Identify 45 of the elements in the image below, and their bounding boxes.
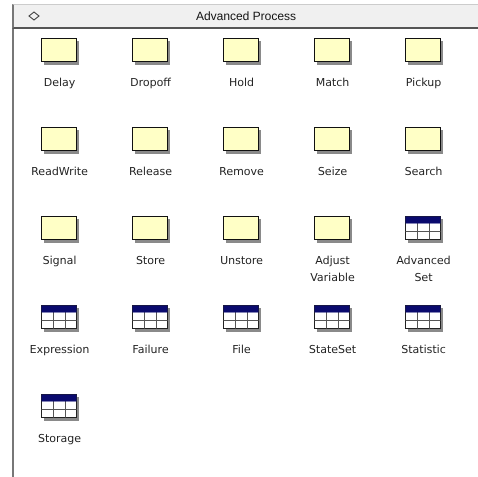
- module-label: Match: [316, 75, 350, 91]
- module-icon[interactable]: [132, 127, 170, 154]
- panel-title: Advanced Process: [194, 9, 298, 23]
- table-icon[interactable]: [314, 305, 352, 332]
- module-icon[interactable]: [132, 38, 170, 65]
- module-icon[interactable]: [40, 127, 78, 154]
- module-icon[interactable]: [222, 38, 260, 65]
- module-label: Hold: [228, 75, 254, 91]
- module-label: Failure: [132, 342, 169, 358]
- module-icon[interactable]: [132, 216, 170, 243]
- module-icon[interactable]: [314, 38, 352, 65]
- module-label: Expression: [30, 342, 90, 358]
- module-icon[interactable]: [314, 127, 352, 154]
- module-icon[interactable]: [40, 38, 78, 65]
- module-label: Delay: [44, 75, 76, 91]
- module-icon[interactable]: [404, 38, 442, 65]
- module-label: Adjust Variable: [310, 253, 355, 286]
- module-label: Signal: [42, 253, 76, 269]
- table-icon[interactable]: [404, 305, 442, 332]
- module-label: Store: [136, 253, 166, 269]
- table-icon[interactable]: [222, 305, 260, 332]
- module-label: Advanced Set: [396, 253, 451, 286]
- table-icon[interactable]: [404, 216, 442, 243]
- diamond-icon: [28, 11, 40, 21]
- module-label: Unstore: [220, 253, 263, 269]
- module-label: Search: [404, 164, 442, 180]
- panel-header[interactable]: Advanced Process: [12, 4, 478, 29]
- table-icon[interactable]: [40, 305, 78, 332]
- module-label: File: [232, 342, 251, 358]
- module-label: Storage: [38, 431, 82, 447]
- module-icon[interactable]: [40, 216, 78, 243]
- table-icon[interactable]: [40, 394, 78, 421]
- module-label: Statistic: [401, 342, 446, 358]
- table-icon[interactable]: [132, 305, 170, 332]
- module-icon[interactable]: [404, 127, 442, 154]
- module-label: Remove: [219, 164, 264, 180]
- module-label: Release: [129, 164, 172, 180]
- module-label: Seize: [318, 164, 348, 180]
- module-icon[interactable]: [222, 216, 260, 243]
- module-icon[interactable]: [222, 127, 260, 154]
- module-label: ReadWrite: [31, 164, 88, 180]
- module-label: Dropoff: [130, 75, 171, 91]
- module-label: StateSet: [308, 342, 356, 358]
- module-icon[interactable]: [314, 216, 352, 243]
- module-label: Pickup: [406, 75, 442, 91]
